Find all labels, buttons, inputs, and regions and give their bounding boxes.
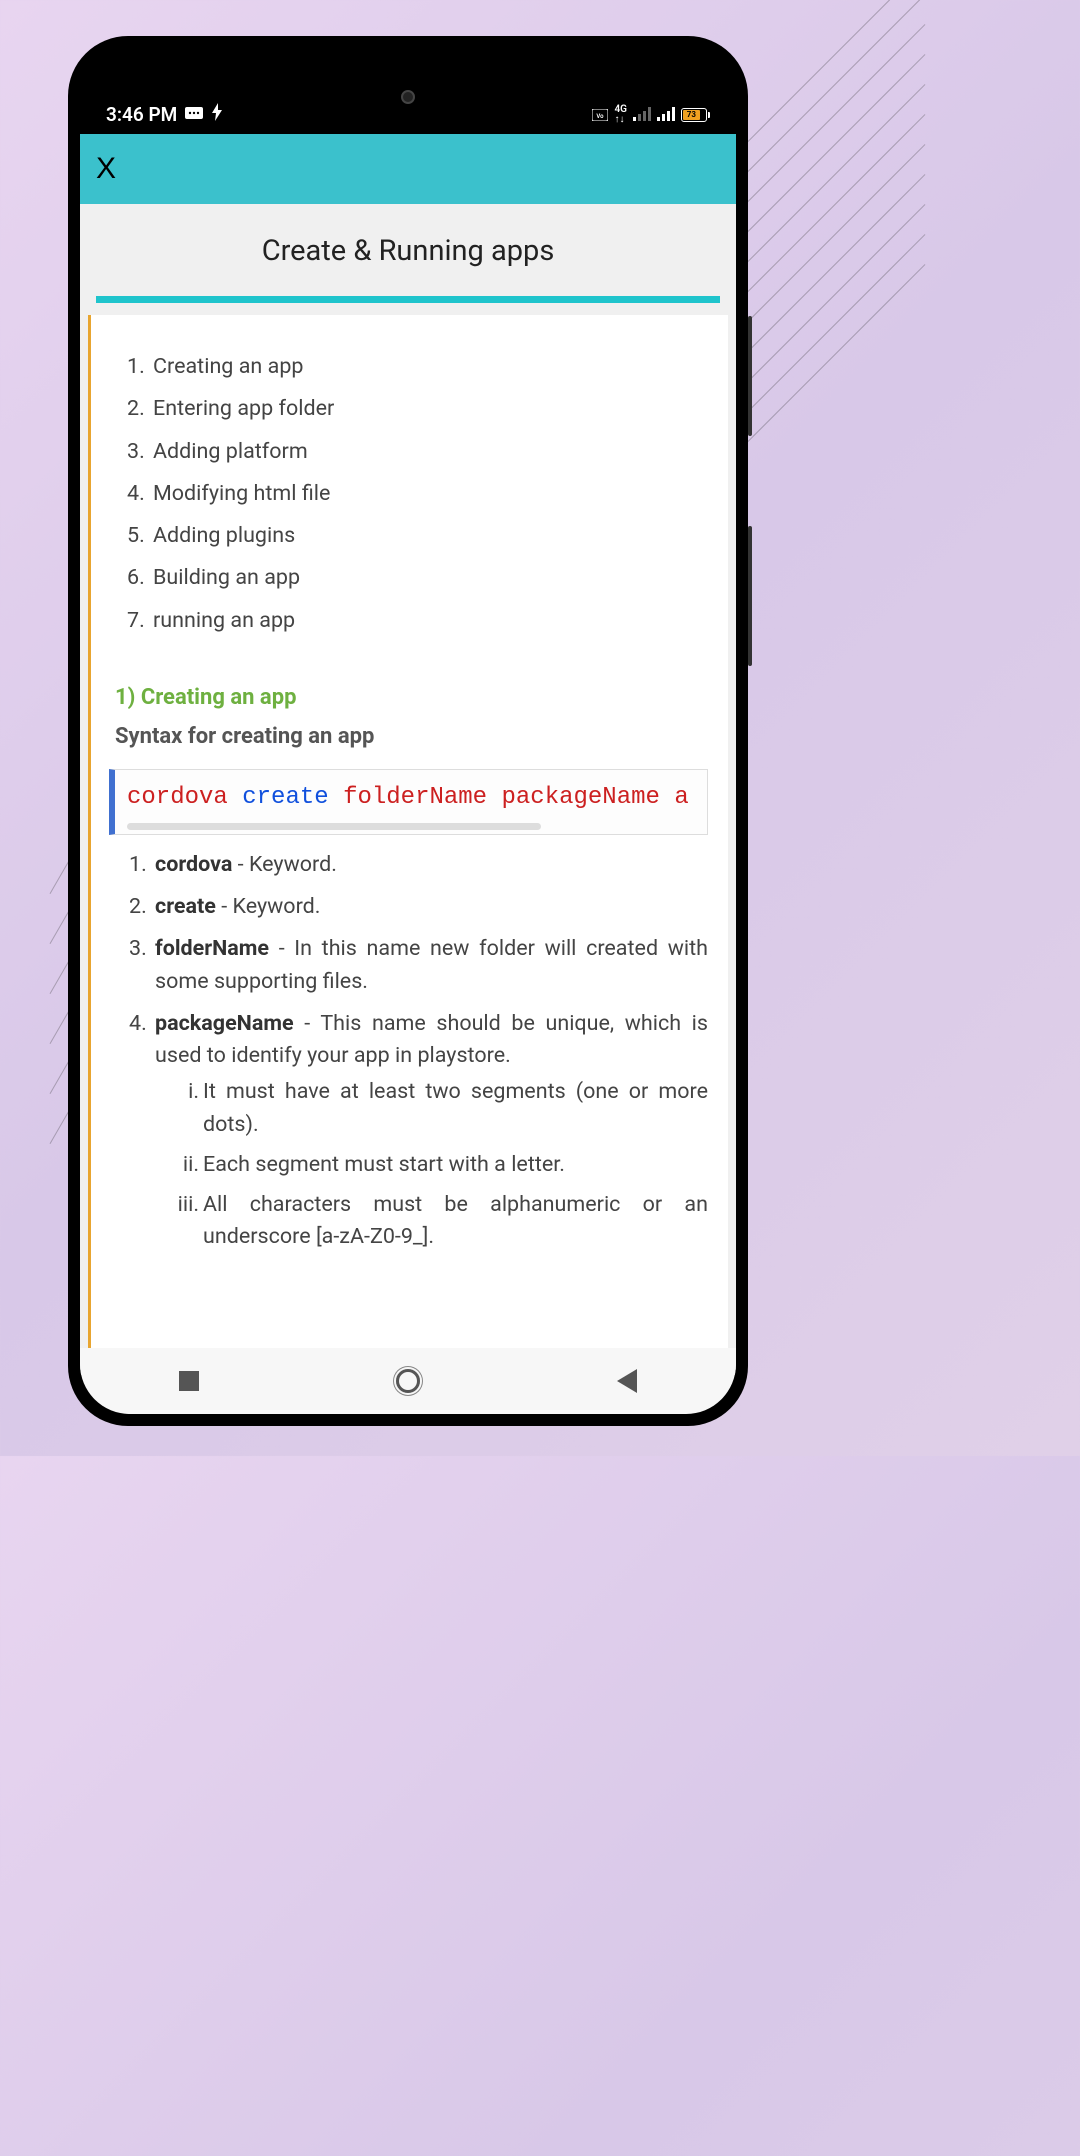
close-button[interactable]: X: [96, 152, 116, 186]
volume-button: [748, 316, 752, 436]
code-block[interactable]: cordova create folderName packageName a: [109, 769, 708, 835]
home-button[interactable]: [396, 1369, 420, 1393]
definition-item: cordova - Keyword.: [155, 849, 708, 881]
recent-apps-button[interactable]: [179, 1371, 199, 1391]
syntax-label: Syntax for creating an app: [115, 720, 708, 753]
toc-item[interactable]: Adding plugins: [153, 520, 708, 552]
package-rules-list: It must have at least two segments (one …: [155, 1076, 708, 1253]
rule-item: Each segment must start with a letter.: [203, 1149, 708, 1181]
svg-text:Vo: Vo: [597, 113, 605, 120]
toc-item[interactable]: Modifying html file: [153, 478, 708, 510]
battery-icon: 73: [681, 108, 710, 122]
definition-item: create - Keyword.: [155, 891, 708, 923]
rule-item: It must have at least two segments (one …: [203, 1076, 708, 1141]
navigation-bar: [80, 1348, 736, 1414]
message-icon: [185, 103, 203, 126]
content-body: Creating an app Entering app folder Addi…: [88, 315, 728, 1375]
toc-item[interactable]: Building an app: [153, 562, 708, 594]
signal-icon-2: [657, 103, 675, 126]
4g-icon: 4G↑↓: [614, 105, 627, 125]
rule-item: All characters must be alphanumeric or a…: [203, 1189, 708, 1254]
definition-item: packageName - This name should be unique…: [155, 1008, 708, 1254]
phone-frame: 3:46 PM Vo 4G↑↓: [68, 36, 748, 1426]
phone-notch: [318, 48, 498, 78]
code-token: create: [242, 784, 328, 811]
app-header: X: [80, 134, 736, 204]
volte-icon: Vo: [592, 103, 608, 126]
table-of-contents: Creating an app Entering app folder Addi…: [111, 351, 708, 637]
back-button[interactable]: [617, 1369, 637, 1393]
code-token: folderName packageName a: [343, 784, 689, 811]
toc-item[interactable]: running an app: [153, 605, 708, 637]
title-section: Create & Running apps: [80, 204, 736, 315]
code-token: cordova: [127, 784, 228, 811]
power-button: [748, 526, 752, 666]
bolt-icon: [211, 103, 223, 126]
front-camera: [401, 90, 415, 104]
page-title: Create & Running apps: [96, 234, 720, 268]
definitions-list: cordova - Keyword. create - Keyword. fol…: [111, 849, 708, 1254]
toc-item[interactable]: Creating an app: [153, 351, 708, 383]
title-underline: [96, 296, 720, 303]
status-time: 3:46 PM: [106, 103, 177, 126]
definition-item: folderName - In this name new folder wil…: [155, 933, 708, 998]
section-heading: 1) Creating an app: [115, 681, 708, 714]
signal-icon-1: [633, 103, 651, 126]
code-scrollbar[interactable]: [127, 823, 541, 830]
content-wrapper[interactable]: Creating an app Entering app folder Addi…: [80, 315, 736, 1375]
toc-item[interactable]: Adding platform: [153, 436, 708, 468]
toc-item[interactable]: Entering app folder: [153, 393, 708, 425]
